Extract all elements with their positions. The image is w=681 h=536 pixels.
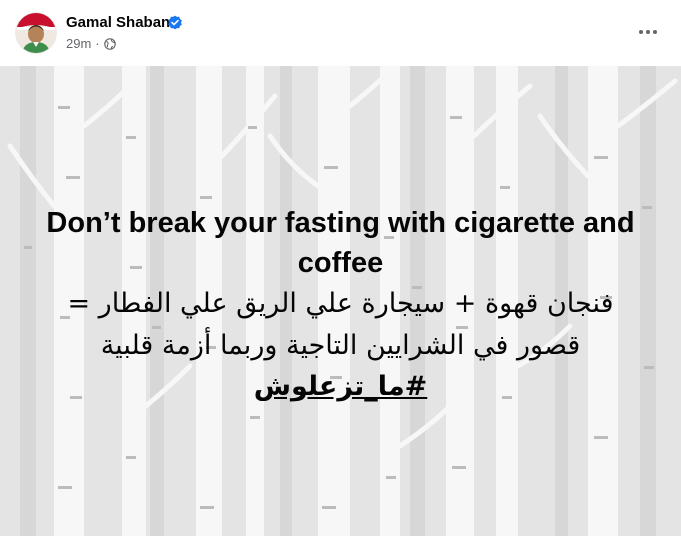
- meta-separator: ·: [95, 36, 100, 51]
- author-avatar[interactable]: [16, 13, 56, 53]
- headline-line-2: coffee: [297, 247, 384, 279]
- more-options-button[interactable]: [628, 14, 668, 50]
- author-name[interactable]: Gamal Shaban: [66, 14, 170, 31]
- post-timestamp[interactable]: 29m: [66, 36, 91, 51]
- facebook-post: Gamal Shaban 29m · Don’t break your fast…: [0, 0, 681, 536]
- post-meta: 29m ·: [66, 36, 116, 51]
- post-background-card[interactable]: Don’t break your fasting with cigarette …: [0, 66, 681, 536]
- hashtag-link[interactable]: #ما_تزعلوش: [254, 367, 428, 407]
- arabic-line-1: فنجان قهوة + سيجارة علي الريق علي الفطار…: [67, 288, 614, 319]
- more-horizontal-icon: [639, 30, 657, 34]
- headline-line-1: Don’t break your fasting with cigarette …: [46, 207, 635, 239]
- post-text-content: Don’t break your fasting with cigarette …: [20, 203, 661, 407]
- verified-badge-icon: [168, 15, 182, 30]
- post-header: Gamal Shaban 29m ·: [0, 0, 681, 66]
- arabic-line-2: قصور في الشرايين التاجية وربما أزمة قلبي…: [100, 330, 581, 361]
- globe-icon[interactable]: [103, 38, 116, 50]
